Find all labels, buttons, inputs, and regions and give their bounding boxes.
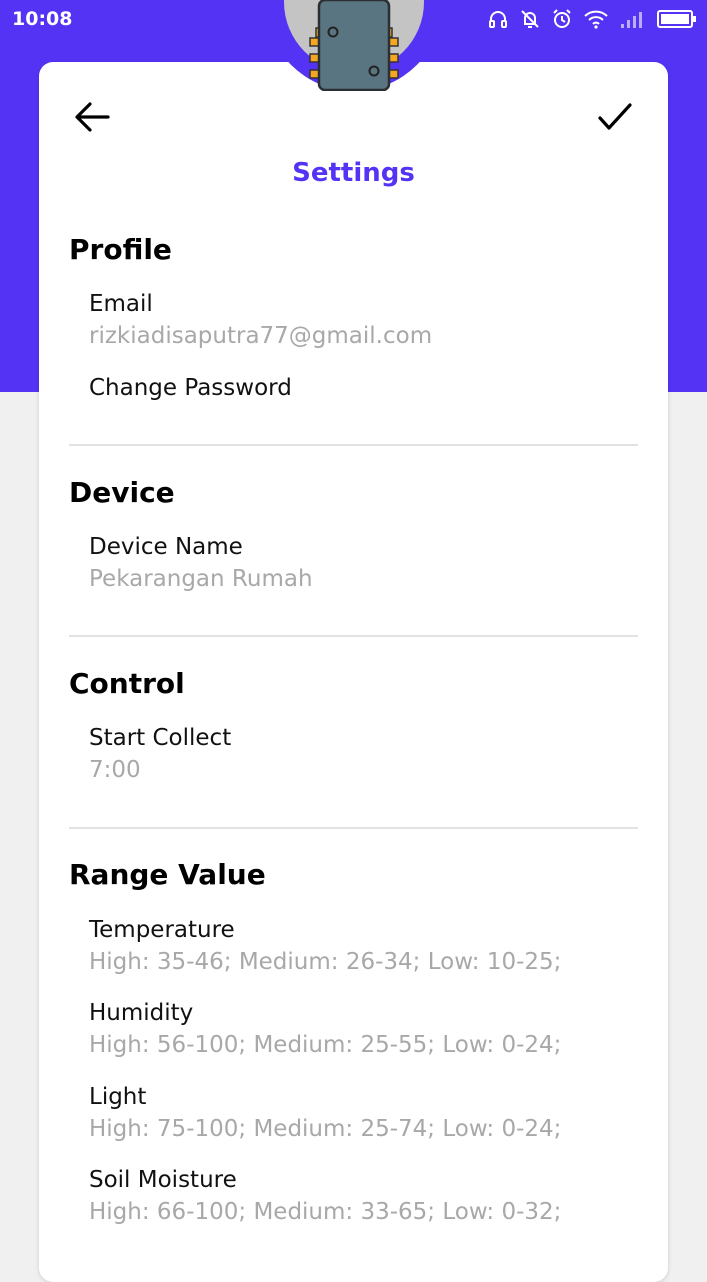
status-time: 10:08 bbox=[12, 8, 73, 30]
check-icon bbox=[598, 103, 632, 130]
arrow-left-icon bbox=[75, 102, 110, 132]
divider bbox=[69, 635, 638, 637]
start-collect-row[interactable] bbox=[69, 721, 638, 793]
headset-icon bbox=[487, 8, 509, 30]
device-name-row[interactable] bbox=[69, 530, 638, 602]
range-item-light[interactable] bbox=[69, 1080, 638, 1152]
range-item-temperature[interactable] bbox=[69, 913, 638, 985]
avatar bbox=[265, 0, 443, 91]
microchip-icon bbox=[309, 0, 399, 91]
page-title: Settings bbox=[292, 158, 415, 188]
section-title-control: Control bbox=[69, 667, 185, 700]
signal-icon bbox=[619, 8, 647, 30]
back-button[interactable] bbox=[72, 97, 112, 137]
wifi-icon bbox=[583, 8, 609, 30]
divider bbox=[69, 444, 638, 446]
status-icons bbox=[487, 6, 697, 32]
notifications-off-icon bbox=[519, 8, 541, 30]
range-item-soil-moisture[interactable] bbox=[69, 1163, 638, 1235]
section-title-range-value: Range Value bbox=[69, 858, 266, 891]
confirm-button[interactable] bbox=[595, 97, 635, 137]
battery-icon bbox=[657, 8, 697, 30]
section-title-profile: Profile bbox=[69, 233, 172, 266]
section-title-device: Device bbox=[69, 476, 175, 509]
email-row[interactable] bbox=[69, 288, 638, 360]
divider bbox=[69, 827, 638, 829]
alarm-icon bbox=[551, 8, 573, 30]
range-item-humidity[interactable] bbox=[69, 997, 638, 1069]
change-password-row[interactable] bbox=[69, 370, 638, 414]
